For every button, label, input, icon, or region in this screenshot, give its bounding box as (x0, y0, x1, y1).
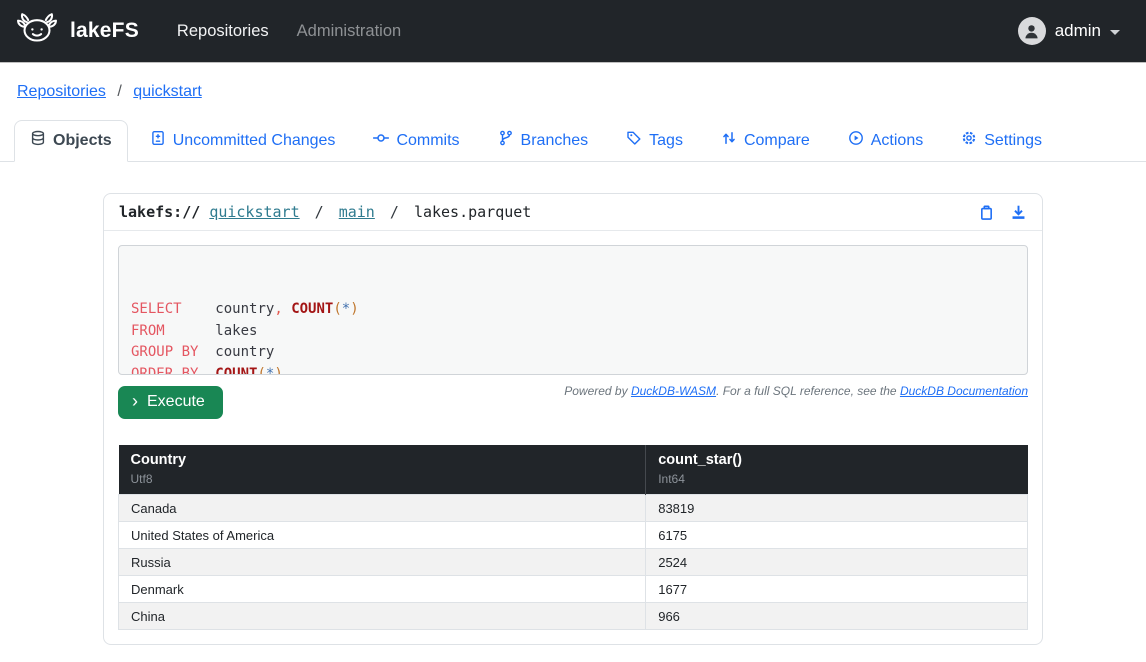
table-row: Russia2524 (119, 549, 1028, 576)
tab-actions[interactable]: Actions (832, 120, 939, 162)
cell-count: 1677 (646, 576, 1028, 603)
tab-label: Compare (744, 132, 810, 150)
tab-label: Uncommitted Changes (173, 132, 336, 150)
cell-count: 966 (646, 603, 1028, 630)
axolotl-logo-icon (14, 10, 60, 52)
object-card-body: SELECT country, COUNT(*)FROM lakesGROUP … (104, 231, 1042, 644)
cell-country: Russia (119, 549, 646, 576)
note-text: . For a full SQL reference, see the (716, 384, 900, 398)
cell-country: Canada (119, 495, 646, 522)
column-type: Utf8 (131, 472, 634, 486)
column-header-country: Country Utf8 (119, 445, 646, 495)
tab-branches[interactable]: Branches (482, 120, 605, 162)
cell-count: 2524 (646, 549, 1028, 576)
breadcrumb-repositories[interactable]: Repositories (17, 83, 106, 100)
column-name: count_star() (658, 452, 1015, 468)
database-icon (30, 130, 46, 151)
column-type: Int64 (658, 472, 1015, 486)
cell-country: China (119, 603, 646, 630)
repo-tab-bar: Objects Uncommitted Changes Commits (0, 120, 1146, 162)
tab-label: Settings (984, 132, 1042, 150)
tab-label: Branches (521, 132, 589, 150)
cell-country: Denmark (119, 576, 646, 603)
sql-code: SELECT country, COUNT(*)FROM lakesGROUP … (131, 299, 1015, 375)
commit-icon (373, 130, 389, 151)
breadcrumb: Repositories / quickstart (0, 62, 1146, 101)
avatar (1018, 17, 1046, 45)
tab-label: Objects (53, 132, 112, 150)
cell-count: 6175 (646, 522, 1028, 549)
top-navbar: lakeFS Repositories Administration admin (0, 0, 1146, 62)
tab-settings[interactable]: Settings (945, 120, 1058, 162)
path-branch-link[interactable]: main (339, 203, 375, 221)
lakefs-logo[interactable]: lakeFS (14, 10, 139, 52)
execute-row: › Execute Powered by DuckDB-WASM. For a … (118, 381, 1028, 419)
brand-name: lakeFS (70, 19, 139, 43)
table-row: Denmark1677 (119, 576, 1028, 603)
duckdb-wasm-link[interactable]: DuckDB-WASM (631, 384, 716, 398)
path-file-name: lakes.parquet (414, 203, 531, 221)
nav-administration[interactable]: Administration (297, 22, 402, 41)
lakefs-app: lakeFS Repositories Administration admin… (0, 0, 1146, 662)
query-results-table: Country Utf8 count_star() Int64 Canada83… (118, 445, 1028, 630)
gear-icon (961, 130, 977, 151)
compare-icon (721, 130, 737, 151)
path-scheme: lakefs:// (119, 203, 200, 221)
execute-label: Execute (147, 393, 205, 411)
nav-repositories[interactable]: Repositories (177, 22, 269, 41)
column-header-count: count_star() Int64 (646, 445, 1028, 495)
path-separator: / (390, 203, 399, 221)
cell-count: 83819 (646, 495, 1028, 522)
user-name: admin (1055, 21, 1101, 41)
object-path-bar: lakefs:// quickstart / main / lakes.parq… (104, 194, 1042, 231)
play-circle-icon (848, 130, 864, 151)
navbar-links: Repositories Administration (177, 22, 401, 41)
execute-button[interactable]: › Execute (118, 386, 223, 419)
download-icon[interactable] (1010, 204, 1027, 221)
tab-label: Commits (396, 132, 459, 150)
note-text: Powered by (564, 384, 631, 398)
object-path: lakefs:// quickstart / main / lakes.parq… (119, 203, 531, 221)
tab-compare[interactable]: Compare (705, 120, 826, 162)
tab-objects[interactable]: Objects (14, 120, 128, 162)
object-actions (978, 204, 1027, 221)
powered-by-note: Powered by DuckDB-WASM. For a full SQL r… (564, 384, 1028, 398)
tab-commits[interactable]: Commits (357, 120, 475, 162)
table-row: Canada83819 (119, 495, 1028, 522)
copy-icon[interactable] (978, 204, 995, 221)
tab-label: Tags (649, 132, 683, 150)
sql-editor[interactable]: SELECT country, COUNT(*)FROM lakesGROUP … (118, 245, 1028, 375)
tab-label: Actions (871, 132, 923, 150)
branch-icon (498, 130, 514, 151)
table-row: China966 (119, 603, 1028, 630)
duckdb-doc-link[interactable]: DuckDB Documentation (900, 384, 1028, 398)
breadcrumb-separator: / (117, 83, 121, 100)
file-diff-icon (150, 130, 166, 151)
user-menu[interactable]: admin (1018, 17, 1120, 45)
chevron-down-icon (1110, 30, 1120, 35)
object-viewer-card: lakefs:// quickstart / main / lakes.parq… (103, 193, 1043, 645)
path-repo-link[interactable]: quickstart (209, 203, 299, 221)
tag-icon (626, 130, 642, 151)
results-tbody: Canada83819United States of America6175R… (119, 495, 1028, 630)
tab-uncommitted-changes[interactable]: Uncommitted Changes (134, 120, 352, 162)
table-header-row: Country Utf8 count_star() Int64 (119, 445, 1028, 495)
tab-tags[interactable]: Tags (610, 120, 699, 162)
table-row: United States of America6175 (119, 522, 1028, 549)
column-name: Country (131, 452, 634, 468)
path-separator: / (315, 203, 324, 221)
chevron-right-icon: › (132, 394, 138, 408)
cell-country: United States of America (119, 522, 646, 549)
breadcrumb-repo[interactable]: quickstart (133, 83, 201, 100)
